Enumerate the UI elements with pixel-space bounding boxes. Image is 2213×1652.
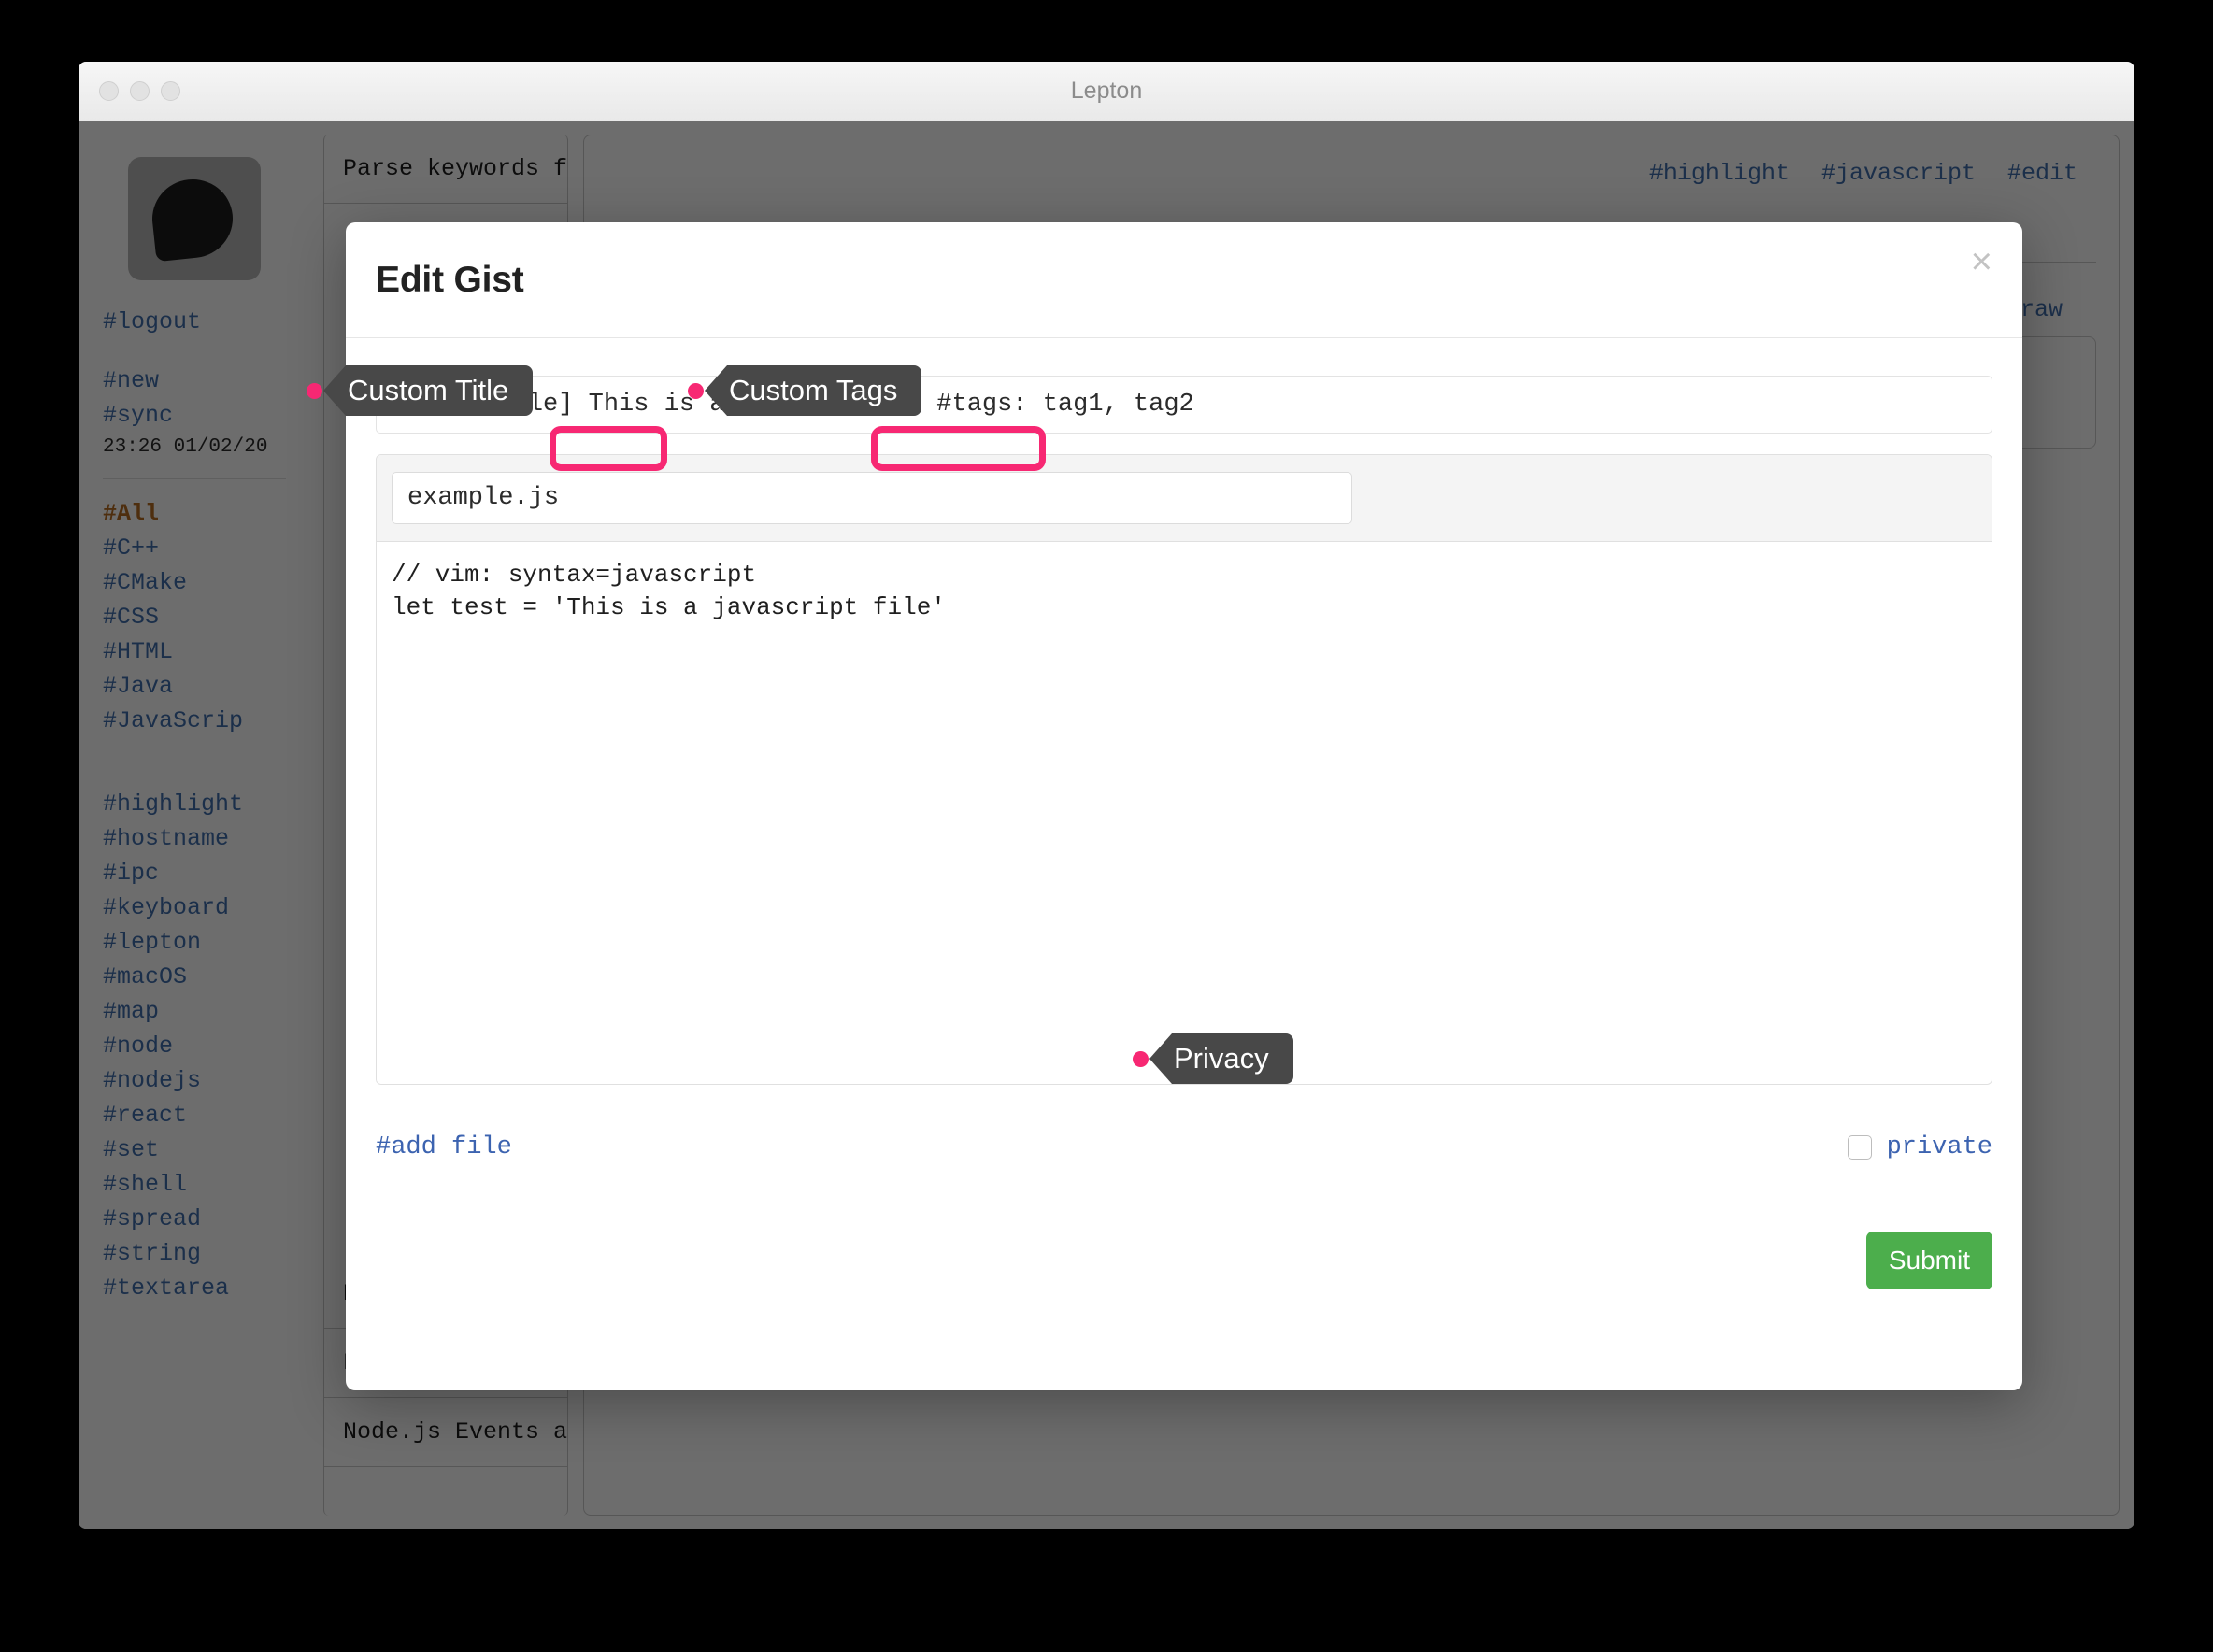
sidebar-item-all[interactable]: #All <box>79 496 310 531</box>
avatar[interactable] <box>128 157 261 280</box>
modal-footer: Submit <box>346 1203 2022 1319</box>
window-title: Lepton <box>79 78 2134 105</box>
sidebar-tag-lepton[interactable]: #lepton <box>79 925 310 960</box>
sidebar-item-new[interactable]: #new <box>79 363 310 398</box>
file-header <box>377 455 1992 542</box>
window-titlebar: Lepton <box>79 62 2134 121</box>
privacy-group: private <box>1848 1133 1992 1161</box>
sidebar-tag-react[interactable]: #react <box>79 1098 310 1132</box>
modal-options-row: #add file private <box>376 1133 1992 1167</box>
modal-body: // vim: syntax=javascript let test = 'Th… <box>346 338 2022 1167</box>
sidebar-tag-macos[interactable]: #macOS <box>79 960 310 994</box>
sidebar-item-sync[interactable]: #sync <box>79 398 310 433</box>
gist-description-input[interactable] <box>376 376 1992 434</box>
sidebar-item-css[interactable]: #CSS <box>79 600 310 634</box>
sidebar-item-html[interactable]: #HTML <box>79 634 310 669</box>
sidebar-tag-ipc[interactable]: #ipc <box>79 856 310 890</box>
sidebar-tag-node[interactable]: #node <box>79 1029 310 1063</box>
sidebar-tag-nodejs[interactable]: #nodejs <box>79 1063 310 1098</box>
sidebar-item-logout[interactable]: #logout <box>79 305 310 339</box>
detail-tag-javascript[interactable]: #javascript <box>1821 160 1976 187</box>
modal-header: Edit Gist × <box>346 222 2022 338</box>
sidebar-tag-hostname[interactable]: #hostname <box>79 821 310 856</box>
list-item[interactable]: Parse keywords for <box>324 135 567 204</box>
sidebar-divider <box>103 478 286 479</box>
sidebar-item-java[interactable]: #Java <box>79 669 310 704</box>
sidebar-tag-highlight[interactable]: #highlight <box>79 787 310 821</box>
sidebar: #logout #new #sync 23:26 01/02/20 #All #… <box>79 121 310 1529</box>
close-icon[interactable]: × <box>1971 243 1992 280</box>
add-file-button[interactable]: #add file <box>376 1133 512 1161</box>
sidebar-tag-spread[interactable]: #spread <box>79 1202 310 1236</box>
speech-bubble-avatar-icon <box>149 176 236 263</box>
detail-edit-link[interactable]: #edit <box>2007 160 2077 187</box>
sidebar-tag-string[interactable]: #string <box>79 1236 310 1271</box>
submit-button[interactable]: Submit <box>1866 1232 1992 1289</box>
sidebar-tag-keyboard[interactable]: #keyboard <box>79 890 310 925</box>
sidebar-tag-textarea[interactable]: #textarea <box>79 1271 310 1305</box>
sidebar-item-javascript[interactable]: #JavaScrip <box>79 704 310 738</box>
app-window: Lepton #logout #new #sync 23:26 01/02/20… <box>79 62 2134 1529</box>
sidebar-item-cmake[interactable]: #CMake <box>79 565 310 600</box>
sidebar-tag-shell[interactable]: #shell <box>79 1167 310 1202</box>
sidebar-item-cpp[interactable]: #C++ <box>79 531 310 565</box>
detail-tag-highlight[interactable]: #highlight <box>1649 160 1790 187</box>
private-label: private <box>1887 1133 1992 1161</box>
file-name-input[interactable] <box>392 472 1352 524</box>
sidebar-tag-map[interactable]: #map <box>79 994 310 1029</box>
list-item[interactable]: Node.js Events and <box>324 1398 567 1467</box>
sidebar-tag-set[interactable]: #set <box>79 1132 310 1167</box>
edit-gist-modal: Edit Gist × // vim: syntax=javascript le… <box>346 222 2022 1390</box>
sync-timestamp: 23:26 01/02/20 <box>79 433 310 462</box>
file-panel: // vim: syntax=javascript let test = 'Th… <box>376 454 1992 1085</box>
private-checkbox[interactable] <box>1848 1135 1872 1160</box>
file-content-editor[interactable]: // vim: syntax=javascript let test = 'Th… <box>377 542 1992 1084</box>
detail-tag-row: #highlight #javascript #edit <box>584 135 2119 187</box>
page-title: Edit Gist <box>376 260 524 301</box>
